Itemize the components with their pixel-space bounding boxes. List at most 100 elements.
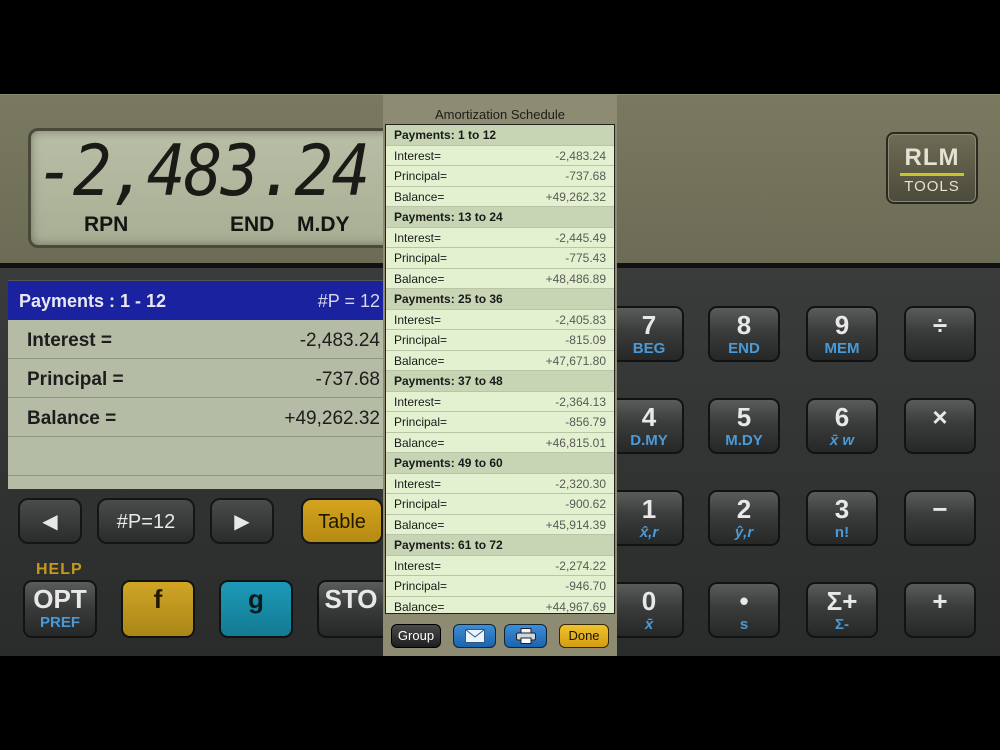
row-value: -2,364.13 (555, 394, 606, 409)
schedule-row-principal: Principal= -775.43 (386, 248, 614, 269)
group-header-label: Payments: 13 to 24 (394, 210, 503, 224)
row-label: Principal= (394, 579, 448, 593)
schedule-row-principal: Principal= -946.70 (386, 576, 614, 597)
next-period-button[interactable]: ▶ (210, 498, 274, 544)
summary-label: Interest = (27, 330, 113, 351)
row-value: +46,815.01 (545, 435, 606, 450)
schedule-title: Amortization Schedule (434, 107, 566, 122)
key-decimal[interactable]: • s (708, 582, 780, 638)
row-value: -946.70 (565, 579, 606, 593)
key-main-label: 6 (834, 402, 850, 432)
key-sub-label: PREF (39, 614, 80, 631)
row-value: -900.62 (565, 497, 606, 511)
schedule-row-balance: Balance= +47,671.80 (386, 351, 614, 371)
lcd-value: -2,483.24 (36, 130, 370, 212)
key-opt[interactable]: OPT PREF (23, 580, 97, 638)
key-f[interactable]: f (121, 580, 195, 638)
done-button[interactable]: Done (559, 624, 609, 648)
printer-icon (515, 628, 536, 644)
row-value: -856.79 (565, 415, 606, 429)
key-7[interactable]: 7 BEG (616, 306, 684, 362)
key-sub-label: n! (834, 524, 850, 541)
schedule-row-balance: Balance= +44,967.69 (386, 597, 614, 614)
schedule-group-header: Payments: 61 to 72 (386, 535, 614, 556)
logo-text-tools: TOOLS (904, 178, 960, 195)
key-sub-label: BEG (632, 340, 666, 357)
schedule-group-header: Payments: 13 to 24 (386, 207, 614, 228)
key-add[interactable]: + (904, 582, 976, 638)
key-sub-label: END (728, 340, 760, 357)
key-main-label: OPT (33, 584, 87, 614)
schedule-row-balance: Balance= +45,914.39 (386, 515, 614, 535)
schedule-row-principal: Principal= -900.62 (386, 494, 614, 515)
key-main-label: g (248, 584, 264, 614)
key-9[interactable]: 9 MEM (806, 306, 878, 362)
key-3[interactable]: 3 n! (806, 490, 878, 546)
schedule-table[interactable]: Payments: 1 to 12 Interest= -2,483.24 Princ… (385, 124, 615, 614)
rlm-tools-logo[interactable]: RLM TOOLS (886, 132, 978, 204)
table-button[interactable]: Table (301, 498, 383, 544)
key-6[interactable]: 6 x̄ w (806, 398, 878, 454)
logo-text-rlm: RLM (904, 144, 960, 171)
group-header-label: Payments: 25 to 36 (394, 292, 503, 306)
envelope-icon (464, 629, 485, 643)
key-main-label: STO (324, 584, 378, 614)
row-value: -2,274.22 (555, 558, 606, 573)
right-arrow-icon: ▶ (234, 511, 250, 533)
key-multiply[interactable]: × (904, 398, 976, 454)
schedule-group-header: Payments: 49 to 60 (386, 453, 614, 474)
row-value: +47,671.80 (545, 353, 606, 368)
key-main-label: 5 (736, 402, 752, 432)
key-sub-label: ŷ,r (734, 524, 754, 541)
row-value: -2,483.24 (555, 148, 606, 163)
key-sigma-plus[interactable]: Σ+ Σ- (806, 582, 878, 638)
row-label: Principal= (394, 251, 448, 265)
help-label[interactable]: HELP (36, 561, 83, 579)
key-g[interactable]: g (219, 580, 293, 638)
annunciator-mdy: M.DY (297, 213, 350, 236)
row-value: -775.43 (565, 251, 606, 265)
schedule-row-principal: Principal= -737.68 (386, 166, 614, 187)
key-0[interactable]: 0 x̄ (616, 582, 684, 638)
row-label: Principal= (394, 169, 448, 183)
key-main-label: × (932, 402, 948, 432)
key-sub-label: M.DY (725, 432, 763, 449)
row-label: Principal= (394, 333, 448, 347)
key-main-label: 0 (641, 586, 657, 616)
row-value: +48,486.89 (545, 271, 606, 286)
summary-value-balance: +49,262.32 (284, 408, 380, 429)
key-sub-label: x̄ w (829, 432, 855, 449)
email-button[interactable] (453, 624, 496, 648)
key-2[interactable]: 2 ŷ,r (708, 490, 780, 546)
schedule-row-balance: Balance= +46,815.01 (386, 433, 614, 453)
key-1[interactable]: 1 x̂,r (616, 490, 684, 546)
group-header-label: Payments: 37 to 48 (394, 374, 503, 388)
key-sub-label: x̄ (644, 616, 654, 633)
group-button[interactable]: Group (391, 624, 441, 648)
schedule-row-balance: Balance= +49,262.32 (386, 187, 614, 207)
previous-period-button[interactable]: ◀ (18, 498, 82, 544)
row-label: Balance= (394, 599, 445, 614)
key-main-label: 8 (736, 310, 752, 340)
row-value: -2,405.83 (555, 312, 606, 327)
period-button[interactable]: #P=12 (97, 498, 195, 544)
row-value: -815.09 (565, 333, 606, 347)
row-label: Balance= (394, 189, 445, 204)
left-arrow-icon: ◀ (42, 511, 58, 533)
key-sub-label: D.MY (630, 432, 668, 449)
key-divide[interactable]: ÷ (904, 306, 976, 362)
key-subtract[interactable]: − (904, 490, 976, 546)
key-main-label: 2 (736, 494, 752, 524)
schedule-group-header: Payments: 1 to 12 (386, 125, 614, 146)
key-4[interactable]: 4 D.MY (616, 398, 684, 454)
key-main-label: ÷ (932, 310, 948, 340)
row-label: Interest= (394, 148, 442, 163)
key-main-label: + (932, 586, 948, 616)
annunciator-rpn: RPN (84, 213, 129, 236)
key-sub-label: MEM (824, 340, 860, 357)
key-sto[interactable]: STO (317, 580, 383, 638)
key-8[interactable]: 8 END (708, 306, 780, 362)
row-value: -737.68 (565, 169, 606, 183)
print-button[interactable] (504, 624, 547, 648)
key-5[interactable]: 5 M.DY (708, 398, 780, 454)
